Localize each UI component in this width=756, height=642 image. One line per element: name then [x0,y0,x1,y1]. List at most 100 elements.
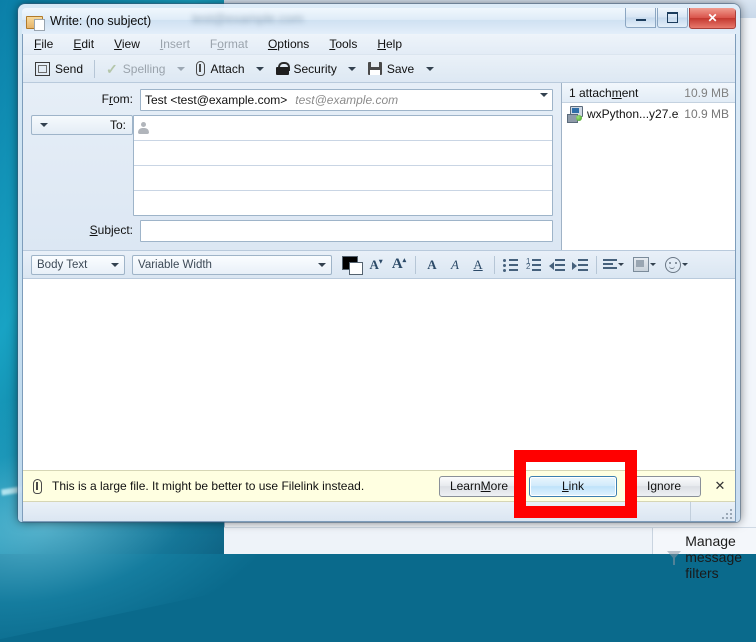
attachment-item[interactable]: wxPython...y27.exe 10.9 MB [562,103,735,124]
notification-message: This is a large file. It might be better… [52,479,429,493]
insert-object-button[interactable] [633,257,656,272]
menu-help[interactable]: Help [374,36,405,52]
compose-window[interactable]: Write: (no subject) test@example.com ✕ F… [18,4,740,522]
menu-options[interactable]: Options [265,36,312,52]
window-controls[interactable]: ✕ [625,8,736,29]
format-toolbar[interactable]: Body Text Variable Width A▾ A▴ A A A [23,251,735,279]
close-notification-icon[interactable]: ✕ [711,477,729,495]
manage-message-filters-label: Manage message filters [685,533,756,581]
to-line-4[interactable] [134,191,552,215]
menu-tools[interactable]: Tools [326,36,360,52]
send-button[interactable]: Send [29,60,89,78]
attachment-pane-header[interactable]: 1 attachment 10.9 MB [562,83,735,103]
toolbar-separator [94,60,95,78]
paragraph-style-value: Body Text [37,259,87,271]
from-value: Test <test@example.com>test@example.com [145,93,398,107]
spelling-dropdown-arrow [173,59,188,79]
font-color-swatch[interactable] [341,255,363,274]
main-toolbar[interactable]: Send ✓ Spelling Attach Security Save [23,55,735,83]
from-label: From: [23,89,140,106]
attachment-size: 10.9 MB [684,107,729,121]
send-label: Send [55,62,83,76]
filter-funnel-icon [666,549,675,566]
attach-button[interactable]: Attach [190,59,250,78]
filelink-notification-bar: This is a large file. It might be better… [23,470,735,502]
numbered-list-button[interactable]: 1 2 [524,255,544,275]
to-line-1[interactable] [134,116,552,141]
bullet-list-button[interactable] [501,255,521,275]
save-icon [368,62,382,75]
security-dropdown-arrow[interactable] [345,59,360,79]
envelope-icon [26,14,44,29]
from-select[interactable]: Test <test@example.com>test@example.com [140,89,553,111]
message-body-editor[interactable] [23,279,735,470]
align-button[interactable] [603,259,624,271]
format-separator-3 [596,256,597,274]
align-icon [603,259,617,271]
security-button[interactable]: Security [270,60,343,78]
increase-font-size-button[interactable]: A▴ [389,255,409,275]
message-headers: From: Test <test@example.com>test@exampl… [23,83,735,251]
manage-message-filters-row[interactable]: Manage message filters [666,533,756,581]
attachment-total-size: 10.9 MB [684,86,729,100]
attachment-pane[interactable]: 1 attachment 10.9 MB wxPython...y27.exe … [561,83,735,250]
learn-more-button[interactable]: Learn More [439,476,519,497]
paperclip-icon [33,479,42,494]
contact-icon [138,122,149,134]
to-input[interactable] [133,115,553,216]
maximize-button[interactable] [657,8,688,28]
menubar[interactable]: FFileile Edit View Insert Format Options… [23,34,735,55]
status-bar-grip-area[interactable] [691,502,735,521]
decrease-font-size-button[interactable]: A▾ [366,255,386,275]
paragraph-style-dropdown[interactable]: Body Text [31,255,125,275]
bold-button[interactable]: A [422,255,442,275]
indent-icon [572,259,588,271]
link-button[interactable]: Link [529,476,617,497]
format-separator-1 [415,256,416,274]
to-row: To: [23,115,561,216]
to-recipient-type-button[interactable]: To: [31,115,133,135]
titlebar-ghost-text: test@example.com [192,11,367,28]
menu-file[interactable]: FFileile [31,36,56,52]
attach-dropdown-arrow[interactable] [253,59,268,79]
attachment-name: wxPython...y27.exe [587,107,679,121]
attach-label: Attach [210,62,244,76]
window-client-area: FFileile Edit View Insert Format Options… [22,34,736,522]
ignore-button[interactable]: Ignore [627,476,701,497]
lock-icon [276,62,289,75]
menu-view[interactable]: View [111,36,143,52]
background-filters-bar[interactable]: Manage message filters [224,527,756,554]
subject-label: Subject: [23,220,140,237]
close-button[interactable]: ✕ [689,8,736,29]
underline-button[interactable]: A [468,255,488,275]
paperclip-icon [196,61,205,76]
smiley-button[interactable] [665,257,688,273]
menu-format: Format [207,36,251,52]
font-family-dropdown[interactable]: Variable Width [132,255,332,275]
send-icon [35,62,50,76]
outdent-button[interactable] [547,255,567,275]
spelling-label: Spelling [123,62,166,76]
menu-insert: Insert [157,36,193,52]
menu-edit[interactable]: Edit [70,36,97,52]
subject-row: Subject: [23,220,561,242]
save-label: Save [387,62,414,76]
to-label: To: [110,118,126,132]
outdent-icon [549,259,565,271]
save-button[interactable]: Save [362,60,420,78]
exe-file-icon [567,106,582,121]
headers-fields: From: Test <test@example.com>test@exampl… [23,83,561,250]
checkmark-icon: ✓ [106,62,118,76]
minimize-button[interactable] [625,8,656,28]
chevron-down-icon [540,97,548,111]
save-dropdown-arrow[interactable] [422,59,437,79]
resize-grip-icon[interactable] [720,507,732,519]
to-line-3[interactable] [134,166,552,191]
security-label: Security [294,62,337,76]
to-line-2[interactable] [134,141,552,166]
indent-button[interactable] [570,255,590,275]
subject-input[interactable] [140,220,553,242]
italic-button[interactable]: A [445,255,465,275]
window-titlebar[interactable]: Write: (no subject) test@example.com ✕ [22,8,736,34]
font-family-value: Variable Width [138,259,212,271]
